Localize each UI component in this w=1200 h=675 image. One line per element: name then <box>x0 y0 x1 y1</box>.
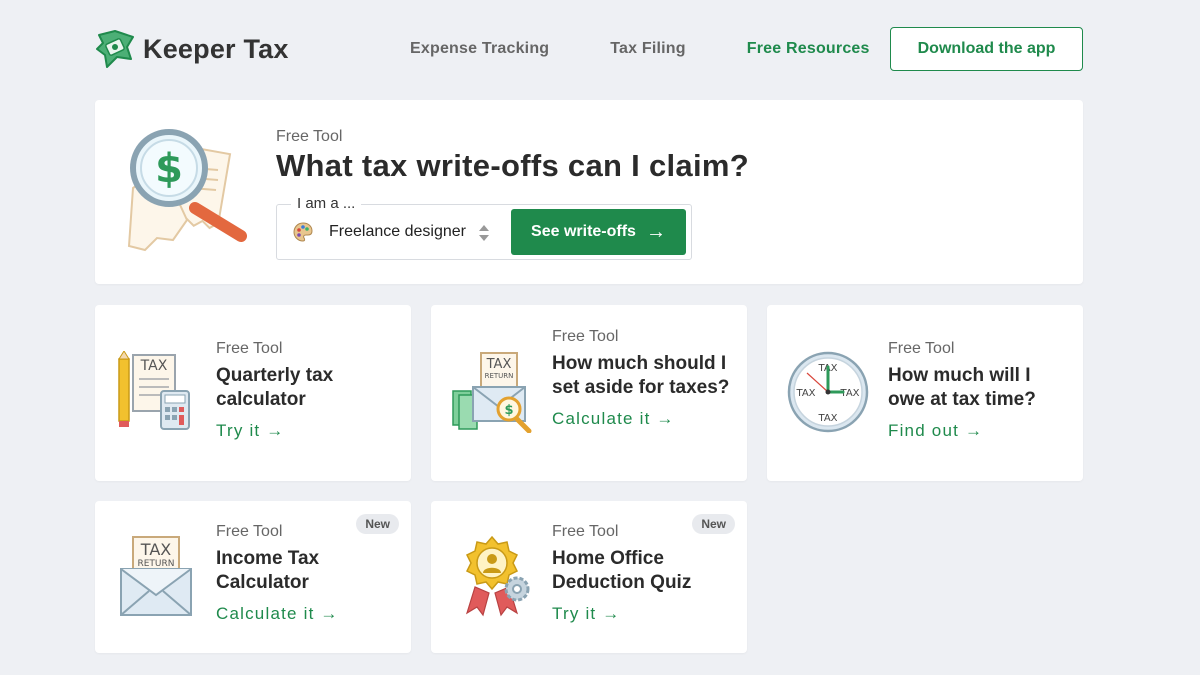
tax-label: TAX <box>140 358 168 374</box>
return-label: RETURN <box>485 372 514 380</box>
magnifier-receipt-icon: $ <box>127 129 247 252</box>
dollar-glyph: $ <box>504 403 513 418</box>
tool-title: Quarterly tax calculator <box>216 365 334 410</box>
hero-title: What tax write-offs can I claim? <box>276 148 749 183</box>
tool-link-try-it[interactable]: Try it → <box>552 604 620 624</box>
tool-link-calculate-it[interactable]: Calculate it → <box>552 409 675 429</box>
tool-card-income-tax-calculator[interactable]: New TAX RETURN Free Tool Income Tax Calc… <box>95 501 411 653</box>
tool-card-owe-at-tax-time[interactable]: TAX TAX TAX TAX Free Tool How much will … <box>767 305 1083 481</box>
tool-text: Free Tool How much should I set aside fo… <box>552 328 732 429</box>
tax-return-envelope-icon: TAX RETURN <box>120 536 192 616</box>
tax-label: TAX <box>140 540 171 559</box>
dollar-glyph: $ <box>155 146 183 192</box>
tool-text: Free Tool Income Tax Calculator Calculat… <box>216 523 396 624</box>
palette-icon <box>293 222 313 242</box>
tool-link-calculate-it[interactable]: Calculate it → <box>216 604 339 624</box>
tool-eyebrow: Free Tool <box>552 523 619 540</box>
tool-card-quarterly-tax[interactable]: TAX Free Tool Quarterly tax calculator T… <box>95 305 411 481</box>
nav-tax-filing[interactable]: Tax Filing <box>610 40 685 58</box>
tool-card-home-office-quiz[interactable]: New Free Tool Home Office Deduction Quiz… <box>431 501 747 653</box>
tool-text: Free Tool Quarterly tax calculator Try i… <box>216 340 396 441</box>
hero-eyebrow: Free Tool <box>276 128 343 145</box>
tax-return-money-icon: TAX RETURN $ <box>452 352 532 433</box>
nav-free-resources[interactable]: Free Resources <box>747 40 870 58</box>
return-label: RETURN <box>137 559 174 569</box>
tool-title: How much will I owe at tax time? <box>888 365 1036 410</box>
tool-eyebrow: Free Tool <box>216 523 283 540</box>
profession-selector: I am a ... Freelance designer See write-… <box>276 195 692 260</box>
write-offs-card: $ Free Tool What tax write-offs can I cl… <box>95 100 1083 284</box>
see-write-offs-label: See write-offs <box>531 223 636 240</box>
tool-text: Free Tool Home Office Deduction Quiz Try… <box>552 523 732 624</box>
pencil-calculator-icon: TAX <box>118 351 190 430</box>
brand-logo[interactable]: Keeper Tax <box>95 29 289 69</box>
award-badge-icon <box>465 535 530 617</box>
tool-text: Free Tool How much will I owe at tax tim… <box>888 340 1068 441</box>
tax-label: TAX <box>486 357 512 372</box>
selector-legend: I am a ... <box>291 195 362 212</box>
page: Keeper Tax Expense Tracking Tax Filing F… <box>0 0 1200 675</box>
tool-card-set-aside[interactable]: TAX RETURN $ Free Tool How much should I… <box>431 305 747 481</box>
tool-title: Income Tax Calculator <box>216 548 320 593</box>
main-nav: Expense Tracking Tax Filing Free Resourc… <box>410 26 931 72</box>
site-header: Keeper Tax Expense Tracking Tax Filing F… <box>95 26 1083 72</box>
tax-clock-icon: TAX TAX TAX TAX <box>787 351 869 433</box>
tool-eyebrow: Free Tool <box>216 340 283 357</box>
download-app-button[interactable]: Download the app <box>890 27 1083 71</box>
tool-title: How much should I set aside for taxes? <box>552 353 730 398</box>
profession-select[interactable]: Freelance designer <box>329 223 466 241</box>
keeper-logo-icon <box>96 30 134 68</box>
tool-title: Home Office Deduction Quiz <box>552 548 692 593</box>
tool-eyebrow: Free Tool <box>552 328 619 345</box>
tool-link-find-out[interactable]: Find out → <box>888 421 983 441</box>
arrow-right-icon: → <box>645 221 666 243</box>
tax-label: TAX <box>795 388 815 399</box>
tool-link-try-it[interactable]: Try it → <box>216 421 284 441</box>
tool-eyebrow: Free Tool <box>888 340 955 357</box>
select-chevron-icon[interactable] <box>477 223 491 243</box>
nav-expense-tracking[interactable]: Expense Tracking <box>410 40 549 58</box>
tax-label: TAX <box>817 413 837 424</box>
brand-name: Keeper Tax <box>143 33 289 64</box>
see-write-offs-button[interactable]: See write-offs → <box>511 209 686 255</box>
